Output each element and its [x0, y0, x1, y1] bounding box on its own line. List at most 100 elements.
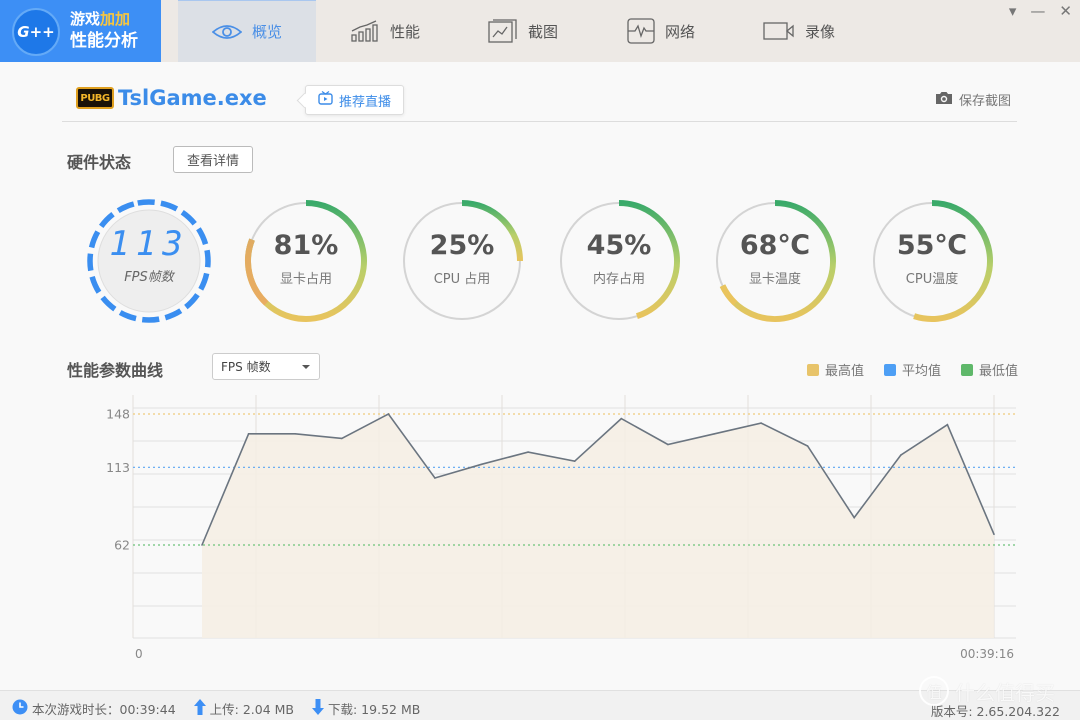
performance-chart-icon: [350, 20, 380, 42]
tab-overview[interactable]: 概览: [178, 0, 316, 62]
recommended-live-button[interactable]: 推荐直播: [305, 85, 405, 115]
recommended-live-label: 推荐直播: [339, 94, 392, 110]
network-pulse-icon: [627, 18, 655, 44]
game-header: PUBG TslGame.exe 推荐直播 保存截图: [62, 80, 1017, 122]
tab-recording-label: 录像: [804, 22, 835, 41]
tab-network[interactable]: 网络: [592, 0, 730, 62]
fps-data-point: [201, 544, 203, 546]
save-screenshot-label: 保存截图: [958, 94, 1011, 109]
title-bar: G++ 游戏加加 性能分析 概览 性能 截图 网络 录像 ▾ — ✕: [0, 0, 1080, 62]
y-tick-label: 62: [114, 538, 130, 553]
legend-avg: 平均值: [883, 360, 941, 379]
gauge-progress-arc: [719, 200, 836, 322]
legend-avg-swatch: [883, 363, 896, 376]
memory-usage-ring: [560, 200, 680, 320]
cpu-temperature-value: 55℃: [896, 230, 968, 261]
app-title: 游戏加加 性能分析: [70, 8, 138, 52]
tab-screenshot-label: 截图: [527, 22, 558, 41]
gpu-usage-label: 显卡占用: [279, 272, 332, 287]
metric-select[interactable]: FPS 帧数: [212, 353, 320, 380]
gauge-fps: 113 FPS帧数: [84, 196, 214, 326]
tab-performance[interactable]: 性能: [316, 0, 454, 62]
fps-value: 113: [109, 224, 189, 264]
legend-max-swatch: [806, 363, 819, 376]
pubg-icon-text: PUBG: [80, 92, 110, 104]
gauge-gpu-temperature: 68℃ 显卡温度: [710, 196, 840, 326]
gpu-usage-ring: [245, 200, 367, 322]
y-tick-label: 148: [106, 407, 130, 422]
dropdown-menu-icon[interactable]: ▾: [1009, 2, 1017, 20]
legend-avg-label: 平均值: [901, 364, 941, 379]
tv-icon: [318, 91, 333, 109]
performance-curve-title: 性能参数曲线: [67, 361, 164, 380]
cpu-usage-ring: [403, 200, 523, 320]
fps-data-point: [853, 516, 855, 519]
x-tick-start: 0: [135, 647, 143, 661]
fps-data-point: [434, 477, 436, 479]
fps-data-point: [573, 460, 576, 462]
upload-stat: 上传: 2.04 MB: [193, 699, 294, 718]
gauge-progress-tail: [719, 284, 738, 306]
play-time: 本次游戏时长：00:39:44: [12, 699, 176, 718]
upload-text: 上传: 2.04 MB: [209, 702, 294, 717]
app-title-highlight: 加加: [100, 10, 131, 28]
eye-icon: [211, 24, 242, 40]
cpu-usage-value: 25%: [429, 230, 495, 261]
cpu-temperature-ring: [873, 200, 993, 322]
fps-data-point: [480, 463, 483, 466]
download-stat: 下载: 19.52 MB: [312, 699, 420, 718]
hardware-status-title: 硬件状态: [67, 153, 132, 172]
tab-recording[interactable]: 录像: [730, 0, 868, 62]
gauge-cpu-usage: 25% CPU 占用: [397, 196, 527, 326]
app-logo: G++: [12, 8, 60, 56]
metric-select-value: FPS 帧数: [221, 360, 271, 374]
app-title-line2: 性能分析: [70, 31, 138, 51]
memory-usage-value: 45%: [586, 230, 652, 261]
game-process-name: TslGame.exe: [118, 86, 267, 110]
save-screenshot-button[interactable]: 保存截图: [935, 90, 1011, 109]
minimize-icon[interactable]: —: [1030, 2, 1045, 20]
app-logo-text: G++: [17, 23, 55, 41]
app-brand: G++ 游戏加加 性能分析: [0, 0, 161, 62]
download-text: 下载: 19.52 MB: [328, 702, 421, 717]
watermark-text: 什么值得买: [955, 680, 1055, 705]
status-bar: 本次游戏时长：00:39:44 上传: 2.04 MB 下载: 19.52 MB…: [0, 690, 1080, 720]
legend-max: 最高值: [806, 360, 864, 379]
watermark-badge: 值: [919, 676, 949, 706]
gpu-temperature-label: 显卡温度: [748, 272, 801, 287]
view-details-button[interactable]: 查看详情: [173, 146, 254, 173]
upload-arrow-icon: [193, 699, 206, 718]
app-title-line1: 游戏: [70, 10, 101, 28]
fps-data-point: [667, 443, 669, 446]
fps-data-point: [993, 533, 995, 536]
main-tabs: 概览 性能 截图 网络 录像: [178, 0, 868, 62]
y-tick-label: 113: [106, 460, 130, 475]
play-time-text: 本次游戏时长：00:39:44: [32, 702, 176, 717]
fps-label: FPS帧数: [124, 270, 174, 285]
cpu-usage-label: CPU 占用: [433, 272, 491, 287]
chart-legend: 最高值 平均值 最低值: [806, 360, 1018, 379]
gauge-progress-arc: [913, 200, 993, 322]
gauge-cpu-temperature: 55℃ CPU温度: [867, 196, 997, 326]
gpu-temperature-value: 68℃: [739, 230, 811, 261]
tab-overview-label: 概览: [251, 23, 282, 41]
legend-min-label: 最低值: [978, 364, 1018, 379]
gpu-temperature-ring: [716, 200, 836, 322]
clock-icon: [12, 699, 28, 718]
fps-data-point: [806, 445, 809, 447]
fps-data-point: [946, 423, 949, 426]
window-controls: ▾ — ✕: [1009, 2, 1072, 20]
gpu-usage-value: 81%: [273, 230, 339, 261]
tab-screenshot[interactable]: 截图: [454, 0, 592, 62]
camera-icon: [935, 91, 953, 109]
fps-data-point: [341, 437, 343, 440]
tab-performance-label: 性能: [389, 22, 420, 41]
chevron-down-icon: [302, 365, 310, 369]
fps-data-point: [247, 433, 250, 435]
close-icon[interactable]: ✕: [1059, 2, 1072, 20]
fps-area-fill: [202, 414, 994, 638]
cpu-temperature-label: CPU温度: [905, 272, 959, 287]
tab-network-label: 网络: [664, 22, 695, 41]
legend-min: 最低值: [960, 360, 1018, 379]
y-axis-ticks: 148 113 62: [106, 407, 130, 553]
